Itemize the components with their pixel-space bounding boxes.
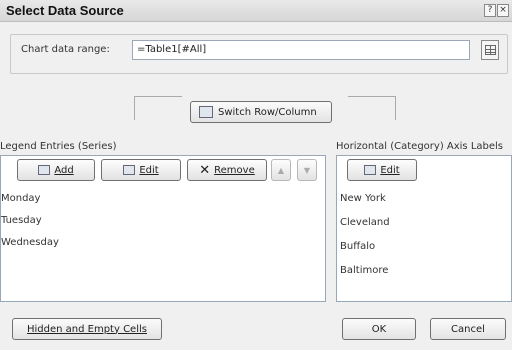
- dialog-title: Select Data Source: [6, 3, 124, 18]
- move-up-icon: ▲: [277, 165, 285, 175]
- collapse-dialog-icon: [485, 45, 496, 55]
- collapse-dialog-button[interactable]: [481, 40, 499, 60]
- switch-row-column-button[interactable]: Switch Row/Column: [190, 101, 332, 123]
- remove-x-icon: ✕: [199, 162, 211, 178]
- chart-data-range-input[interactable]: =Table1[#All]: [132, 40, 470, 60]
- cancel-button[interactable]: Cancel: [430, 318, 506, 340]
- chart-data-range-label: Chart data range:: [21, 44, 110, 55]
- move-down-icon: ▼: [303, 165, 311, 175]
- list-item[interactable]: Wednesday: [1, 237, 59, 248]
- edit-series-button[interactable]: Edit: [101, 159, 181, 181]
- edit-icon: [123, 165, 136, 175]
- switch-right-bracket: [348, 96, 396, 120]
- edit-icon: [364, 165, 377, 175]
- ok-button[interactable]: OK: [342, 318, 416, 340]
- list-item[interactable]: Monday: [1, 193, 40, 204]
- move-down-button[interactable]: ▼: [297, 159, 317, 181]
- list-item[interactable]: Baltimore: [340, 265, 388, 276]
- remove-series-button[interactable]: ✕ Remove: [187, 159, 267, 181]
- axis-labels-label: Horizontal (Category) Axis Labels: [336, 141, 504, 152]
- move-up-button[interactable]: ▲: [271, 159, 291, 181]
- ok-label: OK: [371, 323, 387, 335]
- add-label: Add: [54, 164, 74, 176]
- hidden-empty-cells-button[interactable]: Hidden and Empty Cells: [12, 318, 162, 340]
- edit-series-label: Edit: [139, 164, 159, 176]
- add-series-button[interactable]: Add: [17, 159, 95, 181]
- edit-axis-labels-button[interactable]: Edit: [347, 159, 417, 181]
- remove-label: Remove: [214, 164, 255, 176]
- list-item[interactable]: Tuesday: [1, 215, 42, 226]
- title-bar: Select Data Source ? ×: [0, 0, 512, 22]
- select-data-source-dialog: Select Data Source ? × Chart data range:…: [0, 0, 512, 350]
- axis-labels-panel: Edit New York Cleveland Buffalo Baltimor…: [336, 155, 512, 302]
- switch-left-bracket: [134, 96, 182, 120]
- list-item[interactable]: New York: [340, 193, 386, 204]
- help-button[interactable]: ?: [484, 4, 496, 17]
- list-item[interactable]: Buffalo: [340, 241, 375, 252]
- list-item[interactable]: Cleveland: [340, 217, 390, 228]
- switch-row-column-icon: [199, 106, 213, 118]
- hidden-empty-cells-label: Hidden and Empty Cells: [27, 323, 147, 335]
- legend-entries-label: Legend Entries (Series): [0, 141, 117, 152]
- cancel-label: Cancel: [451, 323, 485, 335]
- legend-entries-panel: Add Edit ✕ Remove ▲ ▼ Monday Tuesday Wed…: [0, 155, 326, 302]
- add-series-icon: [38, 165, 51, 175]
- close-button[interactable]: ×: [497, 4, 509, 17]
- edit-axis-label: Edit: [380, 164, 400, 176]
- switch-row-column-label: Switch Row/Column: [218, 106, 317, 118]
